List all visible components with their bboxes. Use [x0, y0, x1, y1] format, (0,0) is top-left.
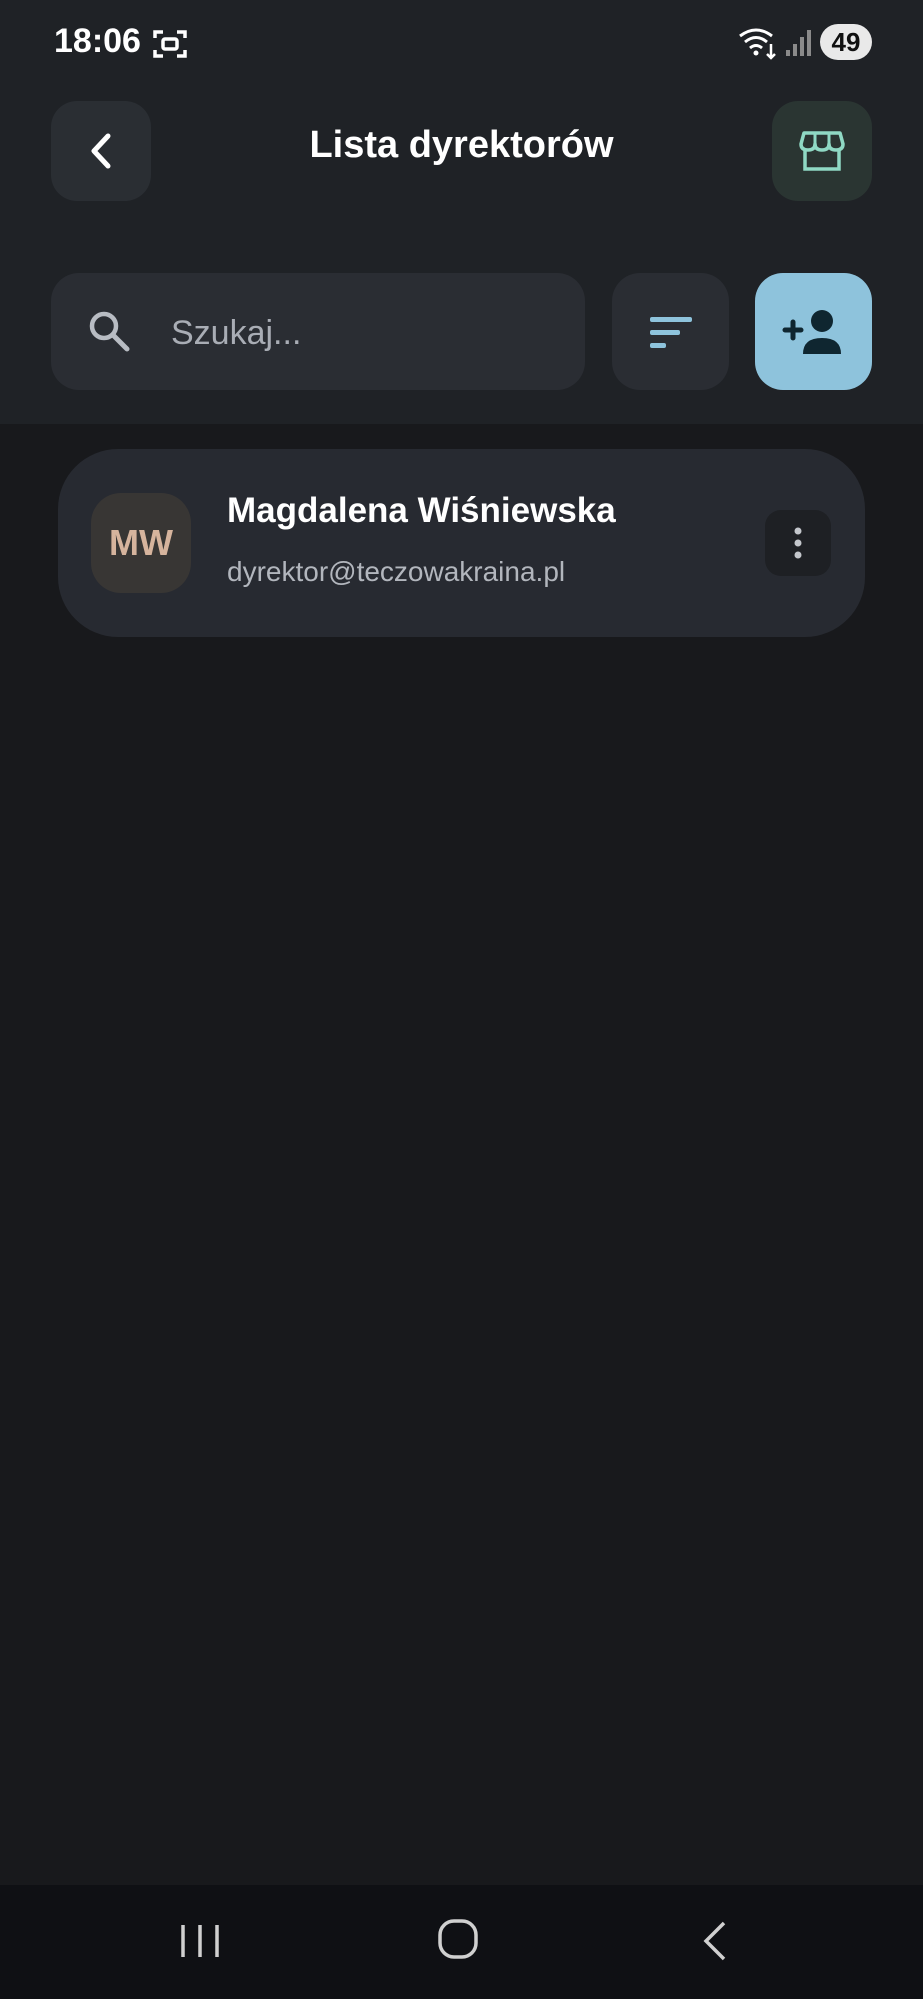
signal-icon [786, 30, 811, 56]
search-icon [89, 311, 130, 352]
director-name: Magdalena Wiśniewska [227, 491, 616, 530]
more-vertical-icon [794, 527, 802, 559]
sort-icon [649, 316, 692, 348]
director-email: dyrektor@teczowakraina.pl [227, 556, 566, 587]
recent-apps-icon[interactable] [178, 1921, 222, 1961]
system-nav-bar [0, 1885, 923, 1999]
wifi-icon [739, 28, 776, 60]
avatar: MW [91, 493, 191, 593]
home-icon[interactable] [436, 1917, 480, 1961]
status-time: 18:06 [54, 22, 141, 60]
sort-button[interactable] [612, 273, 729, 390]
search-box[interactable] [51, 273, 585, 390]
store-button[interactable] [772, 101, 872, 201]
add-director-button[interactable] [755, 273, 872, 390]
more-options-button[interactable] [765, 510, 831, 576]
battery-indicator: 49 [820, 24, 872, 60]
back-nav-icon[interactable] [700, 1919, 730, 1963]
director-list-item[interactable]: MW Magdalena Wiśniewska dyrektor@teczowa… [58, 449, 865, 637]
storefront-icon [799, 131, 845, 171]
screenshot-icon [153, 30, 187, 58]
search-input[interactable] [169, 303, 563, 363]
add-person-icon [782, 309, 841, 354]
